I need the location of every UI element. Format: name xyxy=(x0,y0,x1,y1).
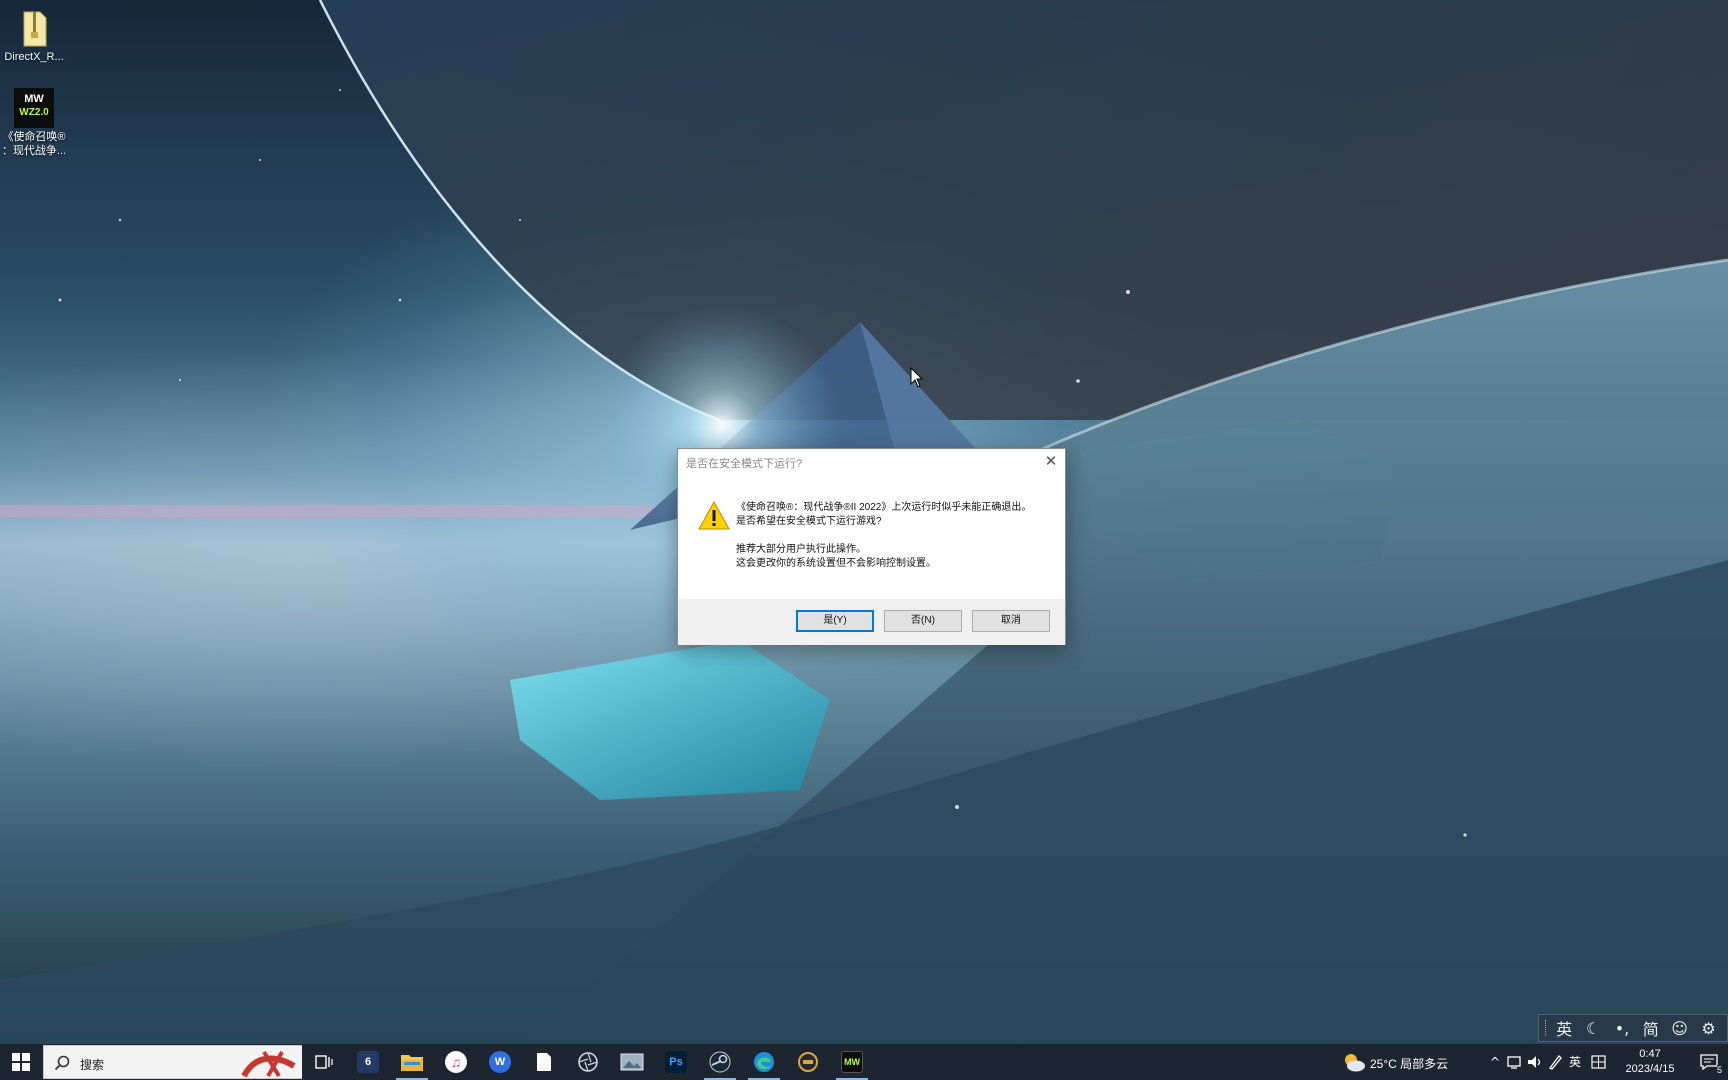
desktop-icon-label-line2: ：现代战争... xyxy=(1,145,67,157)
dialog-message: 《使命召唤®：现代战争®II 2022》上次运行时似乎未能正确退出。 是否希望在… xyxy=(736,501,1056,571)
taskbar-steam[interactable] xyxy=(698,1044,742,1080)
ime-language-toggle[interactable]: 英 xyxy=(1552,1016,1576,1040)
input-language-indicator[interactable]: 英 xyxy=(1566,1053,1584,1071)
keyboard-grid-icon[interactable] xyxy=(1590,1053,1608,1071)
desktop-icon-label: DirectX_R... xyxy=(4,51,64,63)
message-line-4: 这会更改你的系统设置但不会影响控制设置。 xyxy=(736,558,936,569)
desktop-icon-mw2[interactable]: MW WZ2.0 《使命召唤® ：现代战争... xyxy=(0,88,68,158)
safe-mode-dialog: 是否在安全模式下运行? ✕ 《使命召唤®：现代战争®II 2022》上次运行时似… xyxy=(677,448,1066,645)
message-line-2: 是否希望在安全模式下运行游戏? xyxy=(736,516,882,527)
desktop-icon-label-line1: 《使命召唤® xyxy=(2,131,66,143)
taskbar-app-photo[interactable] xyxy=(610,1044,654,1080)
desktop-icon-directx[interactable]: DirectX_R... xyxy=(0,8,68,64)
clock[interactable]: 0:47 2023/4/15 xyxy=(1616,1047,1684,1077)
app-6-icon: 6 xyxy=(357,1051,379,1073)
ime-drag-handle[interactable] xyxy=(1545,1020,1547,1036)
taskbar: 搜索 6 ♫ W Ps MW 25°C 局部多云 ^ 英 0:47 2023/4… xyxy=(0,1044,1728,1080)
zip-folder-icon xyxy=(23,11,47,47)
mw2-badge-sub: WZ2.0 xyxy=(19,107,49,118)
clock-time: 0:47 xyxy=(1639,1048,1661,1060)
network-icon[interactable] xyxy=(1506,1053,1524,1071)
taskbar-app-w[interactable]: W xyxy=(478,1044,522,1080)
desktop-wallpaper: DirectX_R... MW WZ2.0 《使命召唤® ：现代战争... 是否… xyxy=(0,0,1728,1044)
message-line-1: 《使命召唤®：现代战争®II 2022》上次运行时似乎未能正确退出。 xyxy=(736,502,1032,513)
document-icon xyxy=(537,1053,551,1071)
warning-icon xyxy=(698,501,730,530)
yes-button[interactable]: 是(Y) xyxy=(796,610,874,632)
taskbar-app-6[interactable]: 6 xyxy=(346,1044,390,1080)
close-icon: ✕ xyxy=(1044,453,1058,470)
partly-cloudy-icon[interactable] xyxy=(1342,1051,1366,1073)
ime-toolbar: 英 ☾ •, 简 ☺ ⚙ xyxy=(1538,1014,1728,1042)
search-highlight-art xyxy=(234,1046,302,1078)
pen-icon[interactable] xyxy=(1546,1053,1564,1071)
taskbar-edge[interactable] xyxy=(742,1044,786,1080)
clock-date: 2023/4/15 xyxy=(1625,1063,1675,1075)
taskbar-notepad[interactable] xyxy=(522,1044,566,1080)
notification-center-button[interactable]: 5 xyxy=(1690,1044,1728,1080)
mw2-game-icon: MW WZ2.0 xyxy=(14,88,54,128)
weather-text[interactable]: 25°C 局部多云 xyxy=(1370,1055,1448,1072)
game-launcher-icon xyxy=(798,1052,818,1072)
dialog-body: 《使命召唤®：现代战争®II 2022》上次运行时似乎未能正确退出。 是否希望在… xyxy=(678,475,1065,599)
taskbar-file-explorer[interactable] xyxy=(390,1044,434,1080)
chevron-up-icon[interactable]: ^ xyxy=(1486,1053,1504,1071)
mw2-badge-text: MW xyxy=(24,93,44,105)
taskbar-mw2[interactable]: MW xyxy=(830,1044,874,1080)
folder-icon xyxy=(401,1055,423,1071)
photoshop-icon: Ps xyxy=(665,1051,687,1073)
app-w-icon: W xyxy=(489,1051,511,1073)
search-box[interactable]: 搜索 xyxy=(43,1045,302,1079)
music-note-icon: ♫ xyxy=(445,1051,467,1073)
moon-icon[interactable]: ☾ xyxy=(1581,1019,1605,1038)
search-icon xyxy=(54,1055,70,1071)
notification-icon xyxy=(1700,1054,1718,1070)
task-view-icon xyxy=(315,1055,333,1069)
punctuation-icon[interactable]: •, xyxy=(1610,1019,1634,1038)
message-line-3: 推荐大部分用户执行此操作。 xyxy=(736,544,866,555)
gear-icon[interactable]: ⚙ xyxy=(1696,1019,1720,1038)
cancel-button[interactable]: 取消 xyxy=(972,610,1050,632)
taskbar-itunes[interactable]: ♫ xyxy=(434,1044,478,1080)
start-button[interactable] xyxy=(0,1044,42,1080)
system-tray: 25°C 局部多云 ^ 英 0:47 2023/4/15 5 xyxy=(1338,1044,1728,1080)
photo-viewer-icon xyxy=(620,1053,644,1071)
notification-count: 5 xyxy=(1716,1065,1722,1075)
close-button[interactable]: ✕ xyxy=(1037,449,1065,473)
mouse-cursor-icon xyxy=(910,367,924,388)
taskbar-app-game[interactable] xyxy=(786,1044,830,1080)
no-button[interactable]: 否(N) xyxy=(884,610,962,632)
dialog-footer: 是(Y) 否(N) 取消 xyxy=(678,599,1065,645)
dialog-title: 是否在安全模式下运行? xyxy=(686,458,803,470)
task-view-button[interactable] xyxy=(302,1044,346,1080)
dialog-titlebar[interactable]: 是否在安全模式下运行? ✕ xyxy=(678,449,1065,475)
windows-logo-icon xyxy=(12,1053,30,1071)
steam-icon xyxy=(709,1051,731,1073)
taskbar-app-circle[interactable] xyxy=(566,1044,610,1080)
mw2-game-icon: MW xyxy=(841,1051,863,1073)
emoji-icon[interactable]: ☺ xyxy=(1668,1019,1692,1038)
taskbar-photoshop[interactable]: Ps xyxy=(654,1044,698,1080)
ime-simplified-toggle[interactable]: 简 xyxy=(1639,1016,1663,1040)
volume-icon[interactable] xyxy=(1526,1053,1544,1071)
edge-browser-icon xyxy=(754,1052,774,1072)
search-placeholder: 搜索 xyxy=(80,1058,105,1072)
aperture-icon xyxy=(578,1052,598,1072)
